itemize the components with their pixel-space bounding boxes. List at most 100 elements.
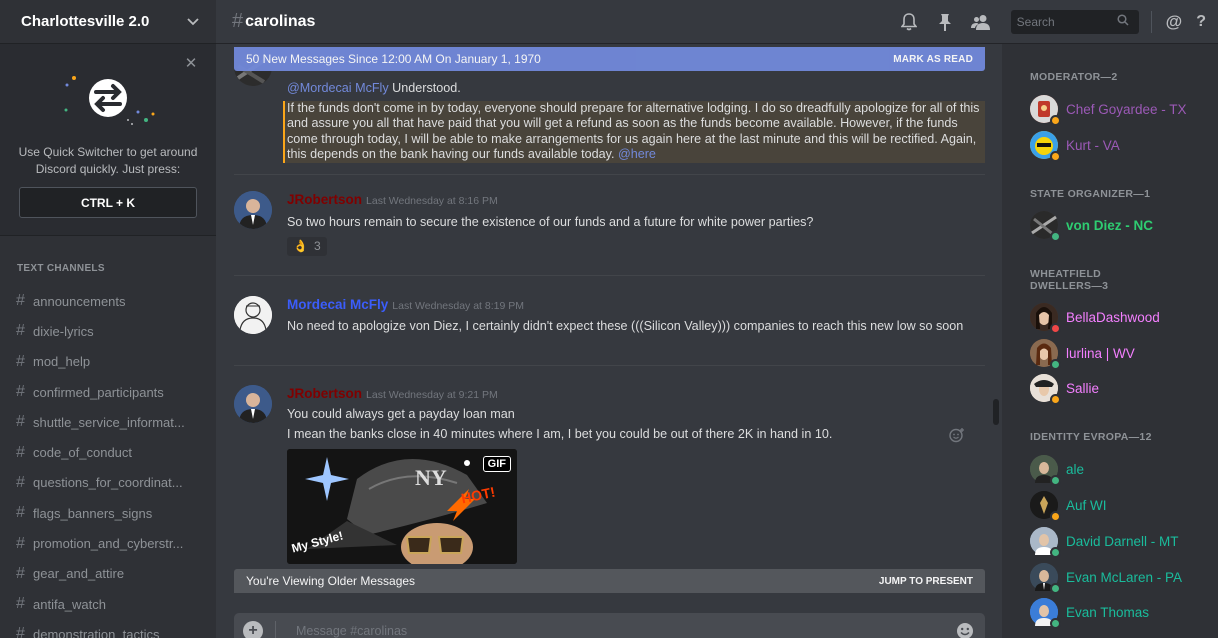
composer-divider: [275, 621, 276, 638]
status-idle-icon: [1050, 394, 1061, 405]
message-author[interactable]: JRobertson: [287, 386, 362, 401]
toolbar-divider: [1150, 11, 1152, 33]
channel-item-gear-and-attire[interactable]: # gear_and_attire: [0, 559, 216, 589]
hash-icon: #: [16, 443, 25, 461]
member-item[interactable]: von Diez - NC: [1030, 210, 1218, 242]
status-online-icon: [1050, 583, 1061, 594]
status-idle-icon: [1050, 115, 1061, 126]
emoji-picker-icon[interactable]: [956, 622, 974, 638]
search-icon[interactable]: [1117, 13, 1129, 31]
member-item[interactable]: Kurt - VA: [1030, 130, 1218, 162]
channel-item-flags-banners-signs[interactable]: # flags_banners_signs: [0, 498, 216, 528]
member-item[interactable]: Auf WI: [1030, 490, 1218, 522]
avatar: [1030, 455, 1061, 486]
avatar: [1030, 563, 1061, 594]
avatar[interactable]: [234, 191, 272, 229]
hash-icon: #: [16, 413, 25, 431]
avatar: [1030, 339, 1061, 370]
member-name: David Darnell - MT: [1066, 533, 1179, 549]
member-item[interactable]: Sallie: [1030, 373, 1218, 405]
message-divider: [234, 174, 985, 175]
quick-switcher-tip: ✕ Use Quick Switcher to get around Disco…: [0, 44, 216, 236]
member-name: lurlina | WV: [1066, 345, 1135, 361]
message-scrollbar[interactable]: [991, 44, 1001, 638]
quick-switcher-shortcut[interactable]: CTRL + K: [19, 187, 197, 218]
avatar: [1030, 303, 1061, 334]
older-messages-text: You're Viewing Older Messages: [246, 574, 416, 588]
avatar: [1030, 598, 1061, 629]
reaction[interactable]: 👌 3: [287, 236, 327, 256]
gif-embed[interactable]: NY GIF HOT! My Style!: [287, 449, 517, 564]
member-name: Sallie: [1066, 380, 1100, 396]
channel-item-confirmed-participants[interactable]: # confirmed_participants: [0, 377, 216, 407]
chevron-down-icon[interactable]: [186, 15, 200, 29]
member-item[interactable]: Chef Goyardee - TX: [1030, 94, 1218, 126]
message-text: So two hours remain to secure the existe…: [287, 215, 814, 229]
channel-item-demonstration-tactics[interactable]: # demonstration_tactics: [0, 619, 216, 638]
message-text: I mean the banks close in 40 minutes whe…: [287, 426, 833, 441]
quick-switcher-illustration-icon: [64, 76, 155, 125]
reaction-count: 3: [313, 239, 321, 253]
hash-icon: #: [16, 595, 25, 613]
category-text-channels[interactable]: TEXT CHANNELS: [0, 262, 216, 276]
mark-as-read-button[interactable]: MARK AS READ: [893, 54, 973, 65]
bell-icon[interactable]: [899, 12, 919, 32]
channel-item-mod-help[interactable]: # mod_help: [0, 347, 216, 377]
close-icon[interactable]: ✕: [184, 56, 198, 71]
channel-item-announcements[interactable]: # announcements: [0, 286, 216, 316]
highlighted-message: If the funds don't come in by today, eve…: [283, 100, 985, 163]
jump-to-present-button[interactable]: JUMP TO PRESENT: [879, 576, 973, 587]
member-item[interactable]: lurlina | WV: [1030, 338, 1218, 370]
member-item[interactable]: BellaDashwood: [1030, 302, 1218, 334]
channel-item-questions[interactable]: # questions_for_coordinat...: [0, 468, 216, 498]
member-item[interactable]: ale: [1030, 454, 1218, 486]
message-author[interactable]: JRobertson: [287, 192, 362, 207]
message-text: No need to apologize von Diez, I certain…: [287, 319, 964, 333]
member-item[interactable]: Evan Thomas: [1030, 597, 1218, 629]
add-reaction-icon[interactable]: [949, 427, 965, 443]
channel-item-promotion[interactable]: # promotion_and_cyberstr...: [0, 528, 216, 558]
channel-header: # carolinas @ ?: [216, 0, 1218, 44]
avatar: [1030, 374, 1061, 405]
message-composer[interactable]: +: [234, 613, 985, 638]
upload-plus-icon[interactable]: +: [243, 621, 263, 638]
search-box[interactable]: [1010, 10, 1139, 34]
channel-item-shuttle-service[interactable]: # shuttle_service_informat...: [0, 407, 216, 437]
status-online-icon: [1050, 475, 1061, 486]
members-icon[interactable]: [970, 12, 991, 32]
avatar: [1030, 95, 1061, 126]
message-divider: [234, 365, 985, 366]
channel-list: TEXT CHANNELS # announcements # dixie-lyri…: [0, 262, 216, 638]
user-mention[interactable]: @Mordecai McFly: [287, 81, 389, 95]
hash-icon: #: [16, 625, 25, 638]
message-author[interactable]: Mordecai McFly: [287, 297, 388, 312]
server-header[interactable]: Charlottesville 2.0: [0, 0, 216, 44]
pin-icon[interactable]: [935, 12, 955, 32]
message-input[interactable]: [296, 624, 936, 638]
message-text: You could always get a payday loan man: [287, 407, 515, 421]
avatar[interactable]: [234, 296, 272, 334]
mention-icon[interactable]: @: [1166, 12, 1183, 32]
search-input[interactable]: [1016, 15, 1117, 29]
channel-item-antifa-watch[interactable]: # antifa_watch: [0, 589, 216, 619]
member-name: Evan Thomas: [1066, 604, 1150, 620]
quick-switcher-text: Use Quick Switcher to get around Discord…: [18, 145, 198, 176]
status-idle-icon: [1050, 151, 1061, 162]
avatar: [1030, 527, 1061, 558]
role-header-moderator: MODERATOR—2: [1030, 71, 1118, 83]
ok-hand-icon: 👌: [293, 239, 308, 253]
svg-text:NY: NY: [415, 465, 447, 490]
older-messages-bar[interactable]: You're Viewing Older Messages JUMP TO PR…: [234, 569, 985, 593]
channel-item-dixie-lyrics[interactable]: # dixie-lyrics: [0, 316, 216, 346]
help-icon[interactable]: ?: [1196, 13, 1206, 31]
new-messages-banner[interactable]: 50 New Messages Since 12:00 AM On Januar…: [234, 47, 985, 71]
member-name: Auf WI: [1066, 497, 1107, 513]
avatar[interactable]: [234, 385, 272, 423]
channel-item-code-of-conduct[interactable]: # code_of_conduct: [0, 437, 216, 467]
here-mention[interactable]: @here: [618, 147, 656, 161]
member-item[interactable]: Evan McLaren - PA: [1030, 562, 1218, 594]
scrollbar-thumb[interactable]: [993, 399, 999, 425]
member-item[interactable]: David Darnell - MT: [1030, 526, 1218, 558]
channel-title: carolinas: [245, 12, 316, 30]
role-header-identity-evropa: IDENTITY EVROPA—12: [1030, 431, 1152, 443]
